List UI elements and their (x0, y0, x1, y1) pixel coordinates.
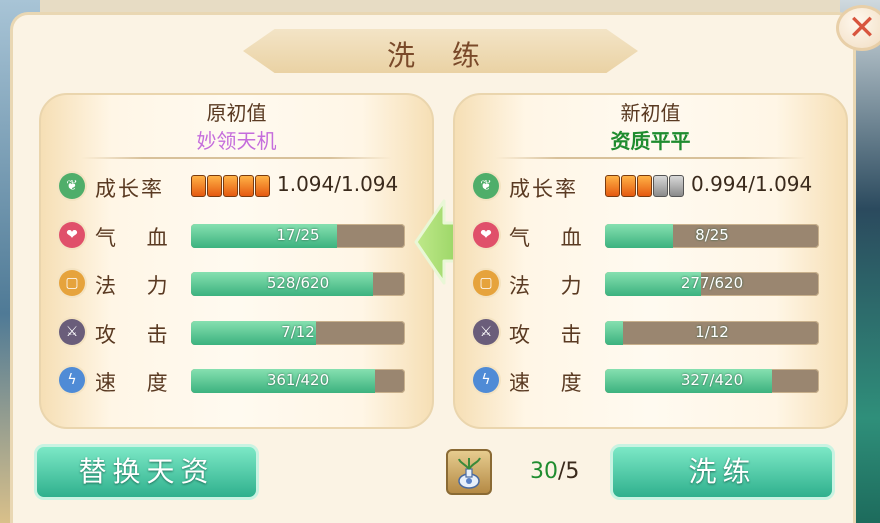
stat-label: 攻 击 (509, 323, 594, 347)
potion-vase-icon (458, 457, 481, 489)
stat-value: 8/25 (695, 226, 729, 244)
stat-value: 17/25 (276, 226, 320, 244)
stat-row-hp: ❤ 气 血 8/25 (455, 218, 846, 252)
growth-row: ❦ 成长率 0.994/1.094 (455, 169, 846, 203)
growth-stars (605, 175, 684, 197)
stat-label: 气 血 (95, 226, 180, 250)
stat-bar: 17/25 (191, 224, 405, 248)
wash-button[interactable]: 洗练 (610, 444, 835, 500)
divider (81, 157, 392, 159)
growth-label: 成长率 (509, 177, 578, 201)
growth-stars (191, 175, 270, 197)
close-icon[interactable]: ✕ (836, 5, 880, 51)
sprout-icon: ❦ (59, 173, 85, 199)
stat-label: 法 力 (95, 274, 180, 298)
count-have: 30 (530, 459, 558, 484)
stat-label: 法 力 (509, 274, 594, 298)
growth-label: 成长率 (95, 177, 164, 201)
sword-icon: ⚔ (473, 319, 499, 345)
stat-bar: 8/25 (605, 224, 819, 248)
panel-subtitle: 资质平平 (610, 129, 691, 153)
growth-star-filled (255, 175, 270, 197)
sword-icon: ⚔ (59, 319, 85, 345)
growth-value: 0.994/1.094 (691, 172, 813, 196)
dialog-title: 洗 练 (387, 39, 494, 72)
stat-bar: 1/12 (605, 321, 819, 345)
sprout-icon: ❦ (473, 173, 499, 199)
dialog-title-bar: 洗 练 (243, 23, 638, 81)
panel-title: 原初值 (206, 101, 267, 125)
growth-star-filled (239, 175, 254, 197)
replace-aptitude-button[interactable]: 替换天资 (34, 444, 259, 500)
divider (495, 157, 806, 159)
stat-value: 1/12 (695, 323, 729, 341)
growth-row: ❦ 成长率 1.094/1.094 (41, 169, 432, 203)
stat-label: 气 血 (509, 226, 594, 250)
growth-star-filled (605, 175, 620, 197)
count-need: /5 (558, 459, 580, 484)
panel-title: 新初值 (620, 101, 681, 125)
stat-row-mp: ▢ 法 力 528/620 (41, 266, 432, 300)
stat-value: 361/420 (266, 371, 330, 389)
stat-value: 528/620 (266, 274, 330, 292)
stat-row-attack: ⚔ 攻 击 1/12 (455, 315, 846, 349)
stat-bar: 277/620 (605, 272, 819, 296)
growth-star-filled (223, 175, 238, 197)
stat-bar: 327/420 (605, 369, 819, 393)
mana-icon: ▢ (59, 270, 85, 296)
growth-star-filled (191, 175, 206, 197)
growth-value: 1.094/1.094 (277, 172, 399, 196)
stat-row-attack: ⚔ 攻 击 7/12 (41, 315, 432, 349)
growth-star-filled (207, 175, 222, 197)
stat-value: 327/420 (680, 371, 744, 389)
stat-value: 277/620 (680, 274, 744, 292)
stat-bar: 528/620 (191, 272, 405, 296)
heart-icon: ❤ (59, 222, 85, 248)
speed-icon: ϟ (473, 367, 499, 393)
wash-item-slot[interactable] (446, 449, 492, 495)
stat-row-speed: ϟ 速 度 361/420 (41, 363, 432, 397)
panel-subtitle: 妙领天机 (196, 129, 277, 153)
stat-bar: 361/420 (191, 369, 405, 393)
growth-star-filled (621, 175, 636, 197)
wash-item-count: 30/5 (530, 459, 579, 484)
stat-label: 攻 击 (95, 323, 180, 347)
wash-dialog: 洗 练 ✕ 原初值 妙领天机 ❦ 成长率 1.094/1.094 ❤ 气 血 1… (10, 5, 880, 523)
stat-row-mp: ▢ 法 力 277/620 (455, 266, 846, 300)
stat-bar: 7/12 (191, 321, 405, 345)
mana-icon: ▢ (473, 270, 499, 296)
speed-icon: ϟ (59, 367, 85, 393)
stat-value: 7/12 (281, 323, 315, 341)
stat-row-hp: ❤ 气 血 17/25 (41, 218, 432, 252)
stat-label: 速 度 (509, 371, 594, 395)
stat-row-speed: ϟ 速 度 327/420 (455, 363, 846, 397)
original-values-panel: 原初值 妙领天机 ❦ 成长率 1.094/1.094 ❤ 气 血 17/25 ▢… (39, 93, 434, 429)
growth-star-empty (669, 175, 684, 197)
growth-star-empty (653, 175, 668, 197)
new-values-panel: 新初值 资质平平 ❦ 成长率 0.994/1.094 ❤ 气 血 8/25 ▢ … (453, 93, 848, 429)
stat-label: 速 度 (95, 371, 180, 395)
growth-star-filled (637, 175, 652, 197)
heart-icon: ❤ (473, 222, 499, 248)
